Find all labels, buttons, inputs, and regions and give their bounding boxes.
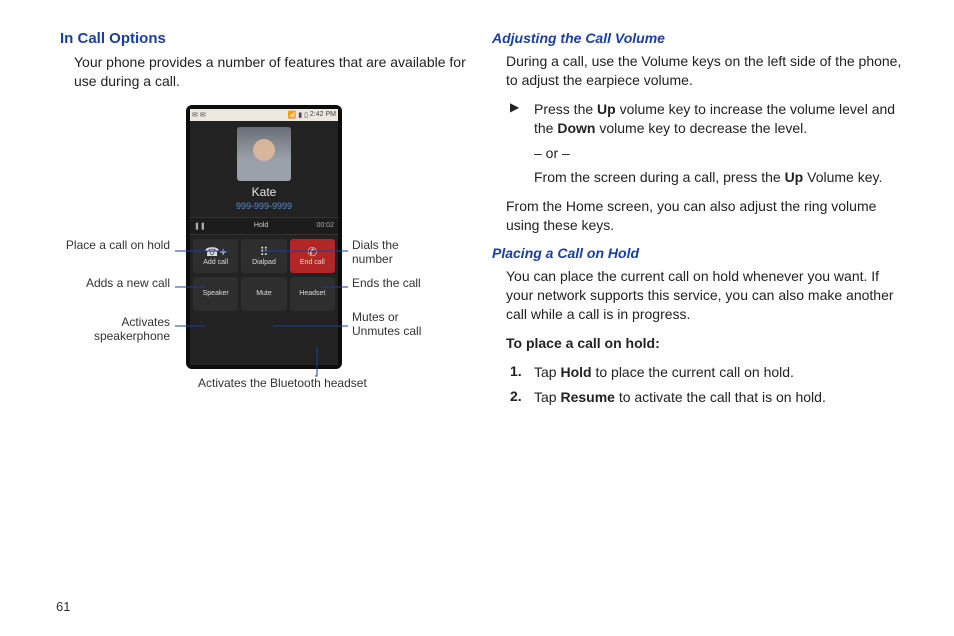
phone-frame: ✉ ✉ 📶 ▮ ▯ 2:42 PM Kate 999-999-9999 xyxy=(186,105,342,369)
call-timer: 00:02 xyxy=(316,222,334,229)
add-call-button[interactable]: ☎+ Add call xyxy=(193,239,238,273)
callout-addcall: Adds a new call xyxy=(60,277,170,291)
wifi-icon: 📶 xyxy=(287,111,296,119)
left-column: In Call Options Your phone provides a nu… xyxy=(50,30,482,616)
hold-bar: ❚❚ Hold 00:02 xyxy=(190,217,338,235)
adjvol-bullet: ▶ Press the Up volume key to increase th… xyxy=(492,100,904,188)
callout-endcall: Ends the call xyxy=(352,277,422,291)
dialpad-icon: ⠿ xyxy=(260,246,269,258)
adjvol-p2: From the Home screen, you can also adjus… xyxy=(492,197,904,235)
add-call-icon: ☎+ xyxy=(205,246,227,258)
mute-button[interactable]: Mute xyxy=(241,277,286,311)
hold-step-2: 2. Tap Resume to activate the call that … xyxy=(492,388,904,407)
page-number: 61 xyxy=(56,599,70,614)
adjvol-p1: During a call, use the Volume keys on th… xyxy=(492,52,904,90)
hold-lead: To place a call on hold: xyxy=(492,334,904,353)
hold-label: Hold xyxy=(254,222,268,229)
signal-icon: ▮ xyxy=(298,111,302,119)
arrow-icon: ▶ xyxy=(510,100,534,188)
clock-text: 2:42 PM xyxy=(310,111,336,118)
battery-icon: ▯ xyxy=(304,111,308,119)
illustration-in-call: ✉ ✉ 📶 ▮ ▯ 2:42 PM Kate 999-999-9999 xyxy=(60,101,460,461)
end-call-icon: ✆ xyxy=(307,246,317,258)
callout-hold: Place a call on hold xyxy=(60,239,170,253)
status-bar: ✉ ✉ 📶 ▮ ▯ 2:42 PM xyxy=(190,109,338,121)
callout-mute: Mutes or Unmutes call xyxy=(352,311,422,339)
contact-photo xyxy=(237,127,291,181)
phone-screen: ✉ ✉ 📶 ▮ ▯ 2:42 PM Kate 999-999-9999 xyxy=(190,109,338,365)
message-icon: ✉ xyxy=(200,111,206,119)
pause-icon: ❚❚ xyxy=(194,222,206,230)
callout-speaker: Activates speakerphone xyxy=(60,316,170,344)
mail-icon: ✉ xyxy=(192,111,198,119)
speaker-button[interactable]: Speaker xyxy=(193,277,238,311)
headset-button[interactable]: Headset xyxy=(290,277,335,311)
contact-name: Kate xyxy=(190,185,338,199)
end-call-button[interactable]: ✆ End call xyxy=(290,239,335,273)
dialpad-button[interactable]: ⠿ Dialpad xyxy=(241,239,286,273)
callout-dials: Dials the number xyxy=(352,239,422,267)
heading-in-call-options: In Call Options xyxy=(60,30,472,47)
callout-headset: Activates the Bluetooth headset xyxy=(198,377,367,391)
hold-p1: You can place the current call on hold w… xyxy=(492,267,904,324)
right-column: Adjusting the Call Volume During a call,… xyxy=(482,30,914,616)
adjvol-or: – or – xyxy=(534,144,904,163)
hold-step-1: 1. Tap Hold to place the current call on… xyxy=(492,363,904,382)
heading-placing-hold: Placing a Call on Hold xyxy=(492,245,904,261)
heading-adjusting-volume: Adjusting the Call Volume xyxy=(492,30,904,46)
contact-number: 999-999-9999 xyxy=(190,201,338,211)
intro-paragraph: Your phone provides a number of features… xyxy=(60,53,472,91)
